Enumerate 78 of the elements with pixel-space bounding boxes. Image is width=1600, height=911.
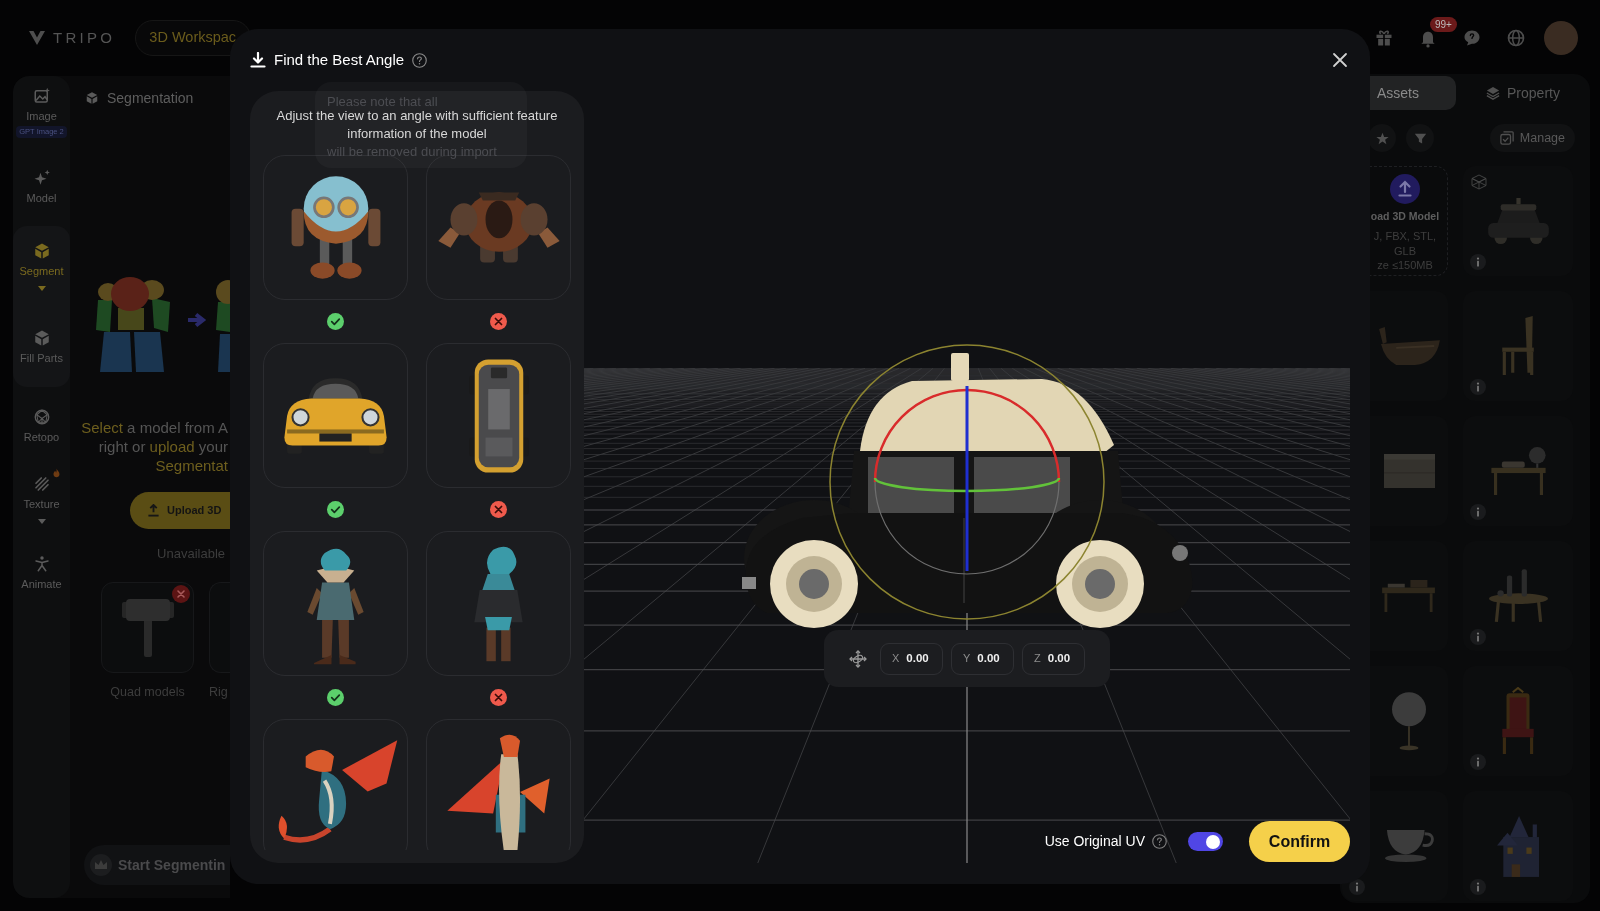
info-icon[interactable] (1470, 879, 1486, 895)
avatar[interactable] (1544, 21, 1578, 55)
upload-icon (147, 504, 160, 517)
info-icon[interactable] (1470, 379, 1486, 395)
cube-icon (85, 91, 99, 105)
gift-icon[interactable] (1374, 28, 1394, 48)
dialog-title: Find the Best Angle (274, 49, 405, 70)
hammer-drawing (121, 598, 174, 657)
caret-icon (37, 519, 46, 524)
rotation-arc[interactable] (874, 477, 1060, 493)
person-icon (32, 555, 51, 573)
logo-text: TRIPO (53, 27, 116, 48)
star-button[interactable] (1368, 124, 1396, 152)
notification-badge: 99+ (1430, 17, 1457, 32)
rotation-arc[interactable] (873, 388, 1061, 483)
sidebar-item[interactable]: Texture (13, 465, 70, 534)
toggle-label: Use Original UV (1044, 832, 1145, 851)
text-link[interactable]: Select (81, 419, 123, 436)
info-icon[interactable] (1349, 879, 1365, 895)
sidebar-item[interactable]: Model (13, 159, 70, 215)
info-icon[interactable] (1470, 629, 1486, 645)
throne-drawing (1502, 687, 1534, 755)
sidebar-item[interactable]: Retopo (13, 398, 70, 454)
info-icon[interactable] (1470, 504, 1486, 520)
sidebar-item[interactable]: Segment (13, 232, 70, 301)
filter-button[interactable] (1406, 124, 1434, 152)
crate-drawing (1383, 454, 1435, 488)
crown-icon (90, 854, 112, 876)
toggle-switch[interactable] (1188, 832, 1223, 851)
help-bubble-icon[interactable] (1462, 28, 1482, 48)
manage-button[interactable]: Manage (1489, 124, 1575, 152)
house-drawing (1497, 815, 1539, 877)
position-field[interactable]: X 0.00 (880, 642, 943, 675)
help-icon[interactable] (412, 52, 428, 68)
boat-drawing (1378, 327, 1440, 365)
desk-drawing (1382, 579, 1436, 613)
info-icon[interactable] (1470, 754, 1486, 770)
start-button[interactable]: Start Segmentin (84, 845, 230, 885)
upload-title: oad 3D Model (1370, 209, 1440, 224)
image-icon (32, 87, 51, 105)
hatch-icon (32, 475, 51, 493)
panel-title: Segmentation (107, 88, 194, 108)
teacup-drawing (1384, 830, 1434, 862)
confirm-button[interactable]: Confirm (1249, 821, 1350, 862)
chair-drawing (1502, 316, 1534, 376)
sidebar-item[interactable]: Fill Parts (13, 319, 70, 375)
filter-icon (1413, 131, 1427, 145)
rotation-axis-line[interactable] (965, 386, 969, 571)
prompt-text: Select a model from A right or upload your Segmentat (81, 418, 228, 475)
layers-icon (1486, 86, 1501, 100)
round-mirror-drawing (1392, 691, 1426, 751)
rotation-ring[interactable] (829, 344, 1105, 620)
caret-icon (37, 286, 46, 291)
upload-icon (1390, 174, 1420, 204)
position-field[interactable]: Z 0.00 (1022, 642, 1085, 675)
position-field[interactable]: Y 0.00 (951, 642, 1014, 675)
sparkle-icon (32, 169, 51, 187)
upload-button[interactable]: Upload 3D (130, 492, 230, 529)
tab[interactable]: Property (1456, 76, 1590, 110)
help-icon[interactable] (1152, 834, 1167, 849)
move-icon[interactable] (849, 649, 867, 668)
star-icon (1375, 131, 1389, 145)
globe-icon[interactable] (1506, 28, 1526, 48)
sidebar-item[interactable]: Animate (13, 545, 70, 601)
text-link[interactable]: upload (149, 438, 195, 455)
mesh-sphere-icon (32, 408, 51, 426)
close-icon[interactable] (1332, 52, 1348, 68)
car-drawing (1487, 198, 1549, 244)
checklist-icon (1499, 131, 1514, 145)
cube-icon (32, 242, 51, 260)
cross-icon (172, 585, 190, 603)
table-with-bottles-drawing (1488, 569, 1548, 623)
logo-icon (28, 30, 46, 46)
download-icon (250, 52, 266, 68)
info-icon[interactable] (1470, 254, 1486, 270)
cube-icon (32, 329, 51, 347)
desk-with-globe-drawing (1490, 446, 1546, 496)
instruction-text: Adjust the view to an angle with sufficient feature information of the model (275, 107, 559, 143)
